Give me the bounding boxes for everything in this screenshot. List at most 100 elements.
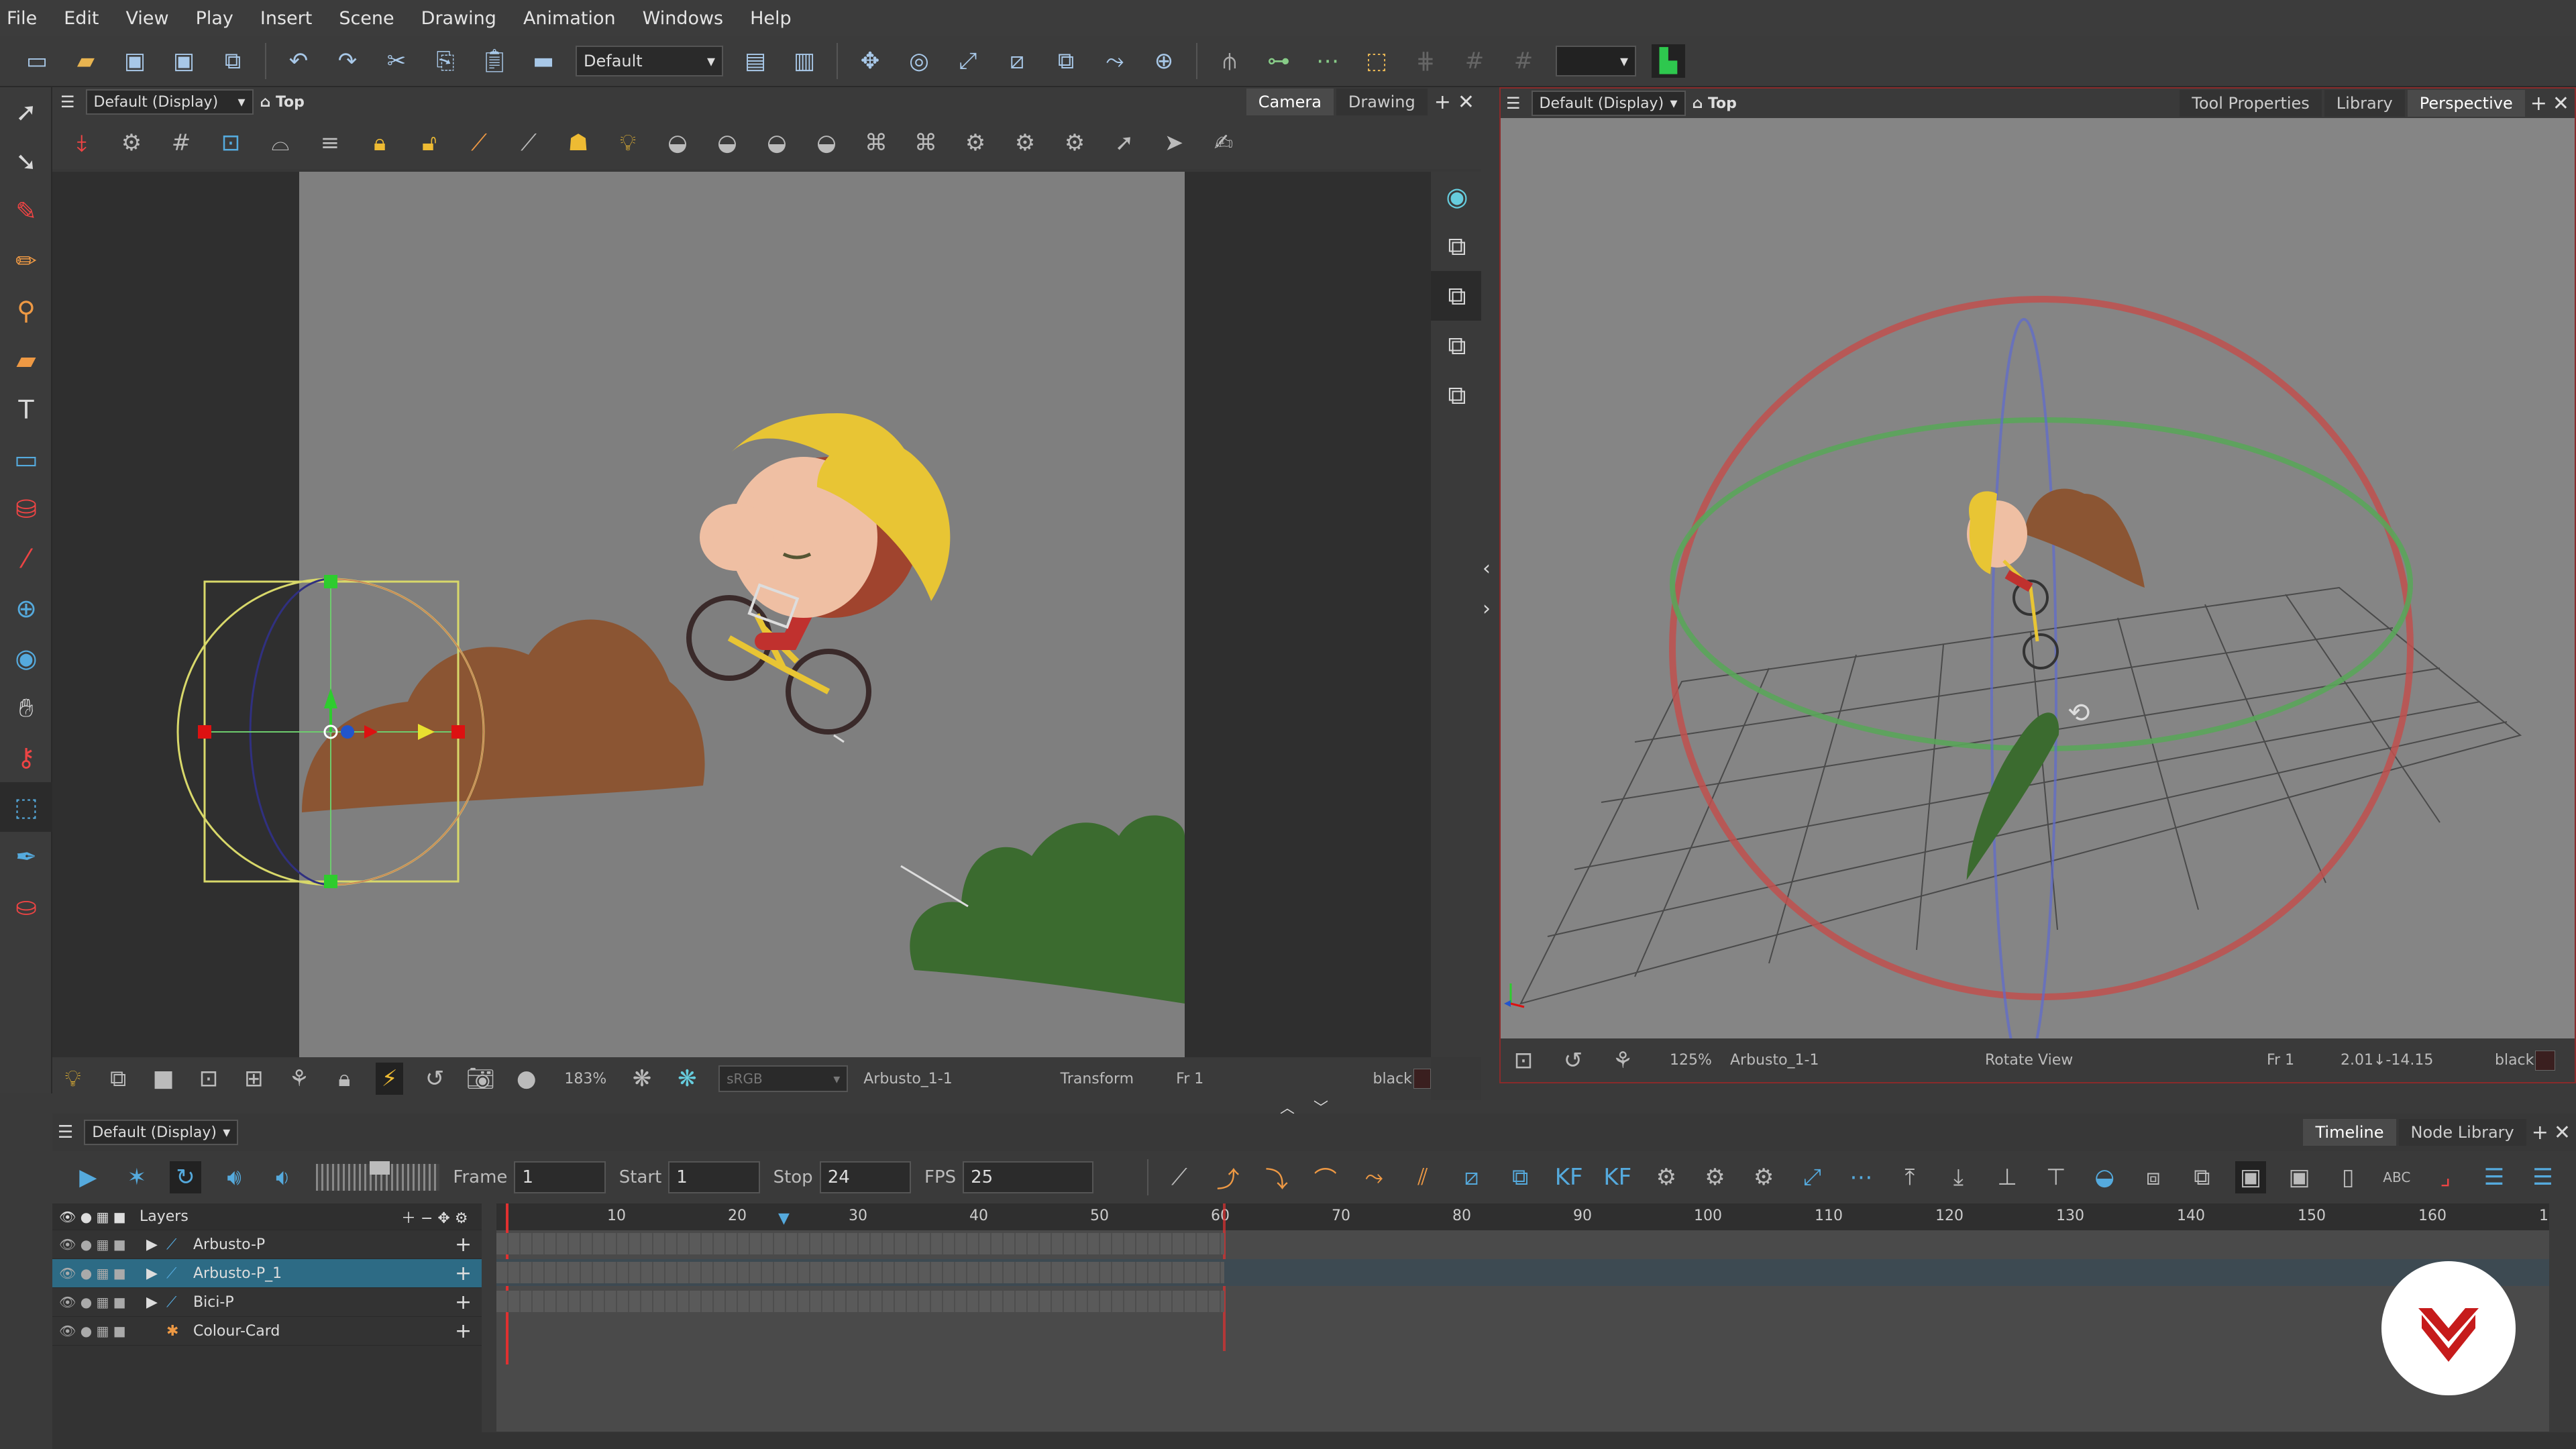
rotate-icon[interactable]: ◎ <box>902 44 936 78</box>
add-view-icon[interactable]: + <box>2530 92 2547 115</box>
save-icon[interactable]: ▣ <box>118 44 152 78</box>
bone-icon[interactable]: ⊶ <box>1262 44 1295 78</box>
menu-drawing[interactable]: Drawing <box>421 8 496 29</box>
cell-row[interactable] <box>496 1230 2549 1257</box>
fps-field[interactable]: 25 <box>963 1161 1093 1193</box>
current-color-swatch[interactable] <box>1413 1069 1432 1089</box>
dropper-icon[interactable]: ⁄ <box>0 534 52 584</box>
render-icon[interactable]: ⚡ <box>375 1063 404 1095</box>
list-icon-2[interactable]: ☰ <box>2527 1161 2559 1193</box>
extend-icon[interactable]: ⧉ <box>2186 1161 2218 1193</box>
panel-menu-icon[interactable]: ☰ <box>1506 94 1521 113</box>
paint-bucket-icon[interactable]: ⛀ <box>0 881 52 931</box>
open-icon[interactable]: ▰ <box>69 44 103 78</box>
workspace-save-icon[interactable]: ▥ <box>788 44 821 78</box>
layer-name[interactable]: Arbusto-P_1 <box>193 1265 455 1282</box>
layer-toggles[interactable]: 👁 ● ▦ ■ <box>52 1323 140 1339</box>
gear-icon-1[interactable]: ⚙ <box>959 127 991 159</box>
play-selection-icon[interactable]: ✶ <box>121 1161 153 1193</box>
layer-name[interactable]: Arbusto-P <box>193 1236 455 1253</box>
lock-status-icon[interactable]: 🔒︎ <box>331 1063 358 1095</box>
camera-icon[interactable]: 📷︎ <box>466 1063 495 1095</box>
panel-menu-icon[interactable]: ☰ <box>58 1122 73 1142</box>
tab-timeline[interactable]: Timeline <box>2303 1119 2396 1146</box>
cell-row[interactable] <box>496 1288 2549 1315</box>
bulb-icon[interactable]: ☗ <box>562 127 594 159</box>
add-layer-icon[interactable]: + <box>455 1291 482 1314</box>
tab-perspective[interactable]: Perspective <box>2407 90 2525 117</box>
unlink-icon[interactable]: ⌘ <box>910 127 942 159</box>
grid-icon[interactable]: # <box>165 127 197 159</box>
handle-bottom[interactable] <box>324 875 337 888</box>
menu-file[interactable]: File <box>7 8 37 29</box>
dots-icon[interactable]: ⋯ <box>1845 1161 1877 1193</box>
frame-field[interactable]: 1 <box>514 1161 606 1193</box>
settings-icon[interactable]: ⚙ <box>115 127 148 159</box>
layers-icon-3[interactable]: ⧉ <box>1431 321 1483 370</box>
expand-icon[interactable]: ⧈ <box>2138 1161 2169 1193</box>
redo-icon[interactable]: ↷ <box>331 44 364 78</box>
sound-icon[interactable]: 🔊︎ <box>219 1161 250 1193</box>
new-scene-icon[interactable]: ▭ <box>20 44 54 78</box>
color-wheel-icon[interactable]: ❋ <box>628 1063 655 1095</box>
disc-icon-2[interactable]: ◒ <box>711 127 743 159</box>
select-arrow-icon[interactable]: ➤ <box>1158 127 1190 159</box>
perspective-green-bush[interactable] <box>1958 702 2065 893</box>
menu-insert[interactable]: Insert <box>260 8 312 29</box>
timeline-cells[interactable]: 10 20 30 40 50 60 70 80 90 100 110 120 130 140 150 160 1… <box>496 1203 2549 1432</box>
expand-arrow-icon[interactable]: ▶ <box>140 1265 166 1282</box>
frame-ruler[interactable]: 10 20 30 40 50 60 70 80 90 100 110 120 130 140 150 160 1 <box>496 1203 2549 1230</box>
weighted-deform-icon[interactable]: # <box>1507 44 1540 78</box>
disc-icon-3[interactable]: ◒ <box>761 127 793 159</box>
deformer-combo[interactable]: ▾ <box>1556 46 1636 76</box>
frame-icon[interactable]: ■ <box>150 1063 177 1095</box>
gear-tl-icon-2[interactable]: ⚙ <box>1699 1161 1731 1193</box>
layer-name[interactable]: Bici-P <box>193 1294 455 1311</box>
layers-icon-2[interactable]: ⧉ <box>1431 271 1483 321</box>
cut-icon[interactable]: ✂ <box>380 44 413 78</box>
frame-view-icon[interactable]: ⊡ <box>1507 1044 1540 1077</box>
layer-row[interactable]: 👁 ● ▦ ■ ▶ ⟋ Arbusto-P + <box>52 1230 482 1259</box>
horizontal-splitter[interactable]: ︿ ﹀ <box>52 1100 2576 1117</box>
safe-frame-icon[interactable]: ⊡ <box>195 1063 222 1095</box>
camera-display-combo[interactable]: Default (Display) ▾ <box>85 89 254 115</box>
layer-add-remove-icons[interactable]: ＋ − ✥ ⚙ <box>401 1206 482 1228</box>
reset-rotation-icon[interactable]: ↺ <box>1557 1044 1589 1077</box>
crop-icon[interactable]: ⊞ <box>240 1063 268 1095</box>
list-icon[interactable]: ☰ <box>2479 1161 2510 1193</box>
transform-icon[interactable]: ⊕ <box>1147 44 1181 78</box>
light-icon[interactable]: 💡︎ <box>59 1063 87 1095</box>
frame-mode-icon[interactable]: ▣ <box>2235 1161 2267 1193</box>
handle-right[interactable] <box>451 725 465 739</box>
menu-edit[interactable]: Edit <box>64 8 99 29</box>
add-layer-icon[interactable]: + <box>455 1320 482 1343</box>
workspace-combo[interactable]: Default ▾ <box>576 46 723 76</box>
import-icon[interactable]: ⧉ <box>216 44 250 78</box>
brush-icon[interactable]: ✎ <box>0 186 52 236</box>
layer-toggles[interactable]: 👁 ● ▦ ■ <box>52 1265 140 1281</box>
expand-arrow-icon[interactable]: ▶ <box>140 1294 166 1311</box>
gear-icon-2[interactable]: ⚙ <box>1009 127 1041 159</box>
game-bone-icon[interactable]: ⋯ <box>1311 44 1344 78</box>
colorspace-combo[interactable]: sRGB ▾ <box>718 1065 849 1092</box>
menu-animation[interactable]: Animation <box>523 8 616 29</box>
skew-icon[interactable]: ⧄ <box>1000 44 1034 78</box>
translate-icon[interactable]: ✥ <box>853 44 887 78</box>
perspective-zoom[interactable]: 125% <box>1670 1052 1730 1069</box>
ease-out-icon[interactable]: ⤵ <box>1261 1161 1293 1193</box>
pivot-icon[interactable]: ⊕ <box>0 584 52 633</box>
preview-icon[interactable]: ⧉ <box>104 1063 131 1095</box>
layer-toggles[interactable]: 👁 ● ▦ ■ <box>52 1236 140 1252</box>
layer-row[interactable]: 👁 ● ▦ ■ ▶ ⟋ Arbusto-P_1 + <box>52 1259 482 1288</box>
z-axis-handle[interactable] <box>341 725 354 739</box>
ruler-icon[interactable]: ⟋ <box>463 127 495 159</box>
lock-icon[interactable]: 🔒︎ <box>364 127 396 159</box>
cell-row[interactable] <box>496 1259 2549 1286</box>
menu-play[interactable]: Play <box>196 8 233 29</box>
scale-icon[interactable]: ⤢ <box>951 44 985 78</box>
rectangle-icon[interactable]: ▭ <box>0 435 52 484</box>
disc-icon-1[interactable]: ◒ <box>661 127 694 159</box>
add-keyframe-icon[interactable]: KF <box>1553 1161 1585 1193</box>
delete-icon[interactable]: ⊤ <box>2040 1161 2072 1193</box>
perspective-color-swatch[interactable] <box>2535 1050 2555 1071</box>
